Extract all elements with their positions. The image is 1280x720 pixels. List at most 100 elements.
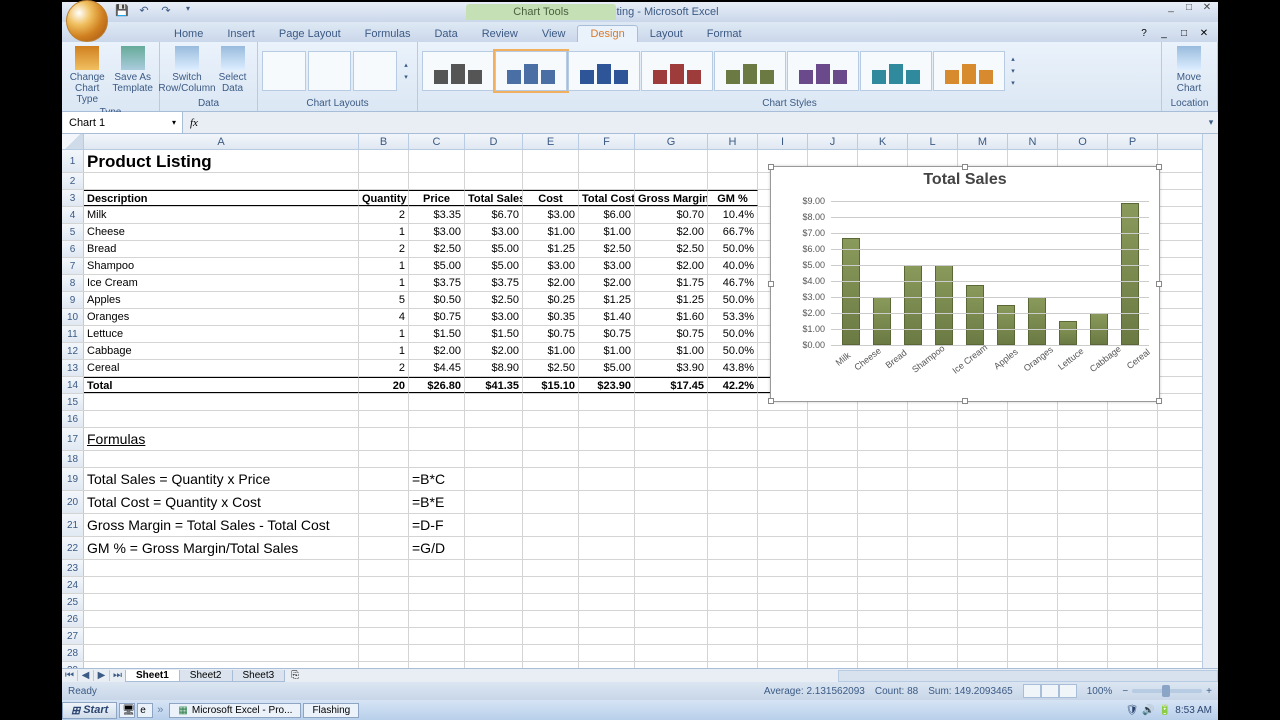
cell-P16[interactable]	[1108, 411, 1158, 427]
cell-A19[interactable]: Total Sales = Quantity x Price	[84, 468, 359, 490]
cell-F17[interactable]	[579, 428, 635, 450]
tab-layout[interactable]: Layout	[638, 26, 695, 42]
cell-G2[interactable]	[635, 173, 708, 189]
new-sheet-button[interactable]: ⎘	[285, 670, 305, 681]
cell-O24[interactable]	[1058, 577, 1108, 593]
cell-H15[interactable]	[708, 394, 758, 410]
cell-H5[interactable]: 66.7%	[708, 224, 758, 240]
cell-N20[interactable]	[1008, 491, 1058, 513]
cell-I26[interactable]	[758, 611, 808, 627]
cell-A26[interactable]	[84, 611, 359, 627]
column-header-P[interactable]: P	[1108, 134, 1158, 149]
chart-plot-area[interactable]	[831, 201, 1149, 345]
cell-E20[interactable]	[523, 491, 579, 513]
cell-P27[interactable]	[1108, 628, 1158, 644]
cell-G13[interactable]: $3.90	[635, 360, 708, 376]
row-header[interactable]: 24	[62, 577, 84, 593]
chart-style-2[interactable]	[495, 51, 567, 91]
cell-H11[interactable]: 50.0%	[708, 326, 758, 342]
cell-E7[interactable]: $3.00	[523, 258, 579, 274]
cell-P17[interactable]	[1108, 428, 1158, 450]
cell-D9[interactable]: $2.50	[465, 292, 523, 308]
cell-F28[interactable]	[579, 645, 635, 661]
zoom-level[interactable]: 100%	[1087, 686, 1113, 697]
cell-B21[interactable]	[359, 514, 409, 536]
close-button[interactable]: ✕	[1198, 2, 1216, 16]
cell-O20[interactable]	[1058, 491, 1108, 513]
cell-B28[interactable]	[359, 645, 409, 661]
cell-G28[interactable]	[635, 645, 708, 661]
cell-B20[interactable]	[359, 491, 409, 513]
cell-F26[interactable]	[579, 611, 635, 627]
cell-M26[interactable]	[958, 611, 1008, 627]
cell-H24[interactable]	[708, 577, 758, 593]
cell-G9[interactable]: $1.25	[635, 292, 708, 308]
cell-F22[interactable]	[579, 537, 635, 559]
row-header[interactable]: 8	[62, 275, 84, 291]
cell-A12[interactable]: Cabbage	[84, 343, 359, 359]
cell-A7[interactable]: Shampoo	[84, 258, 359, 274]
cell-K21[interactable]	[858, 514, 908, 536]
cell-C1[interactable]	[409, 150, 465, 172]
cell-F15[interactable]	[579, 394, 635, 410]
cell-J16[interactable]	[808, 411, 858, 427]
chart-style-3[interactable]	[568, 51, 640, 91]
cell-G19[interactable]	[635, 468, 708, 490]
cell-I21[interactable]	[758, 514, 808, 536]
chart-style-7[interactable]	[860, 51, 932, 91]
chart-style-4[interactable]	[641, 51, 713, 91]
cell-E29[interactable]	[523, 662, 579, 668]
cell-N16[interactable]	[1008, 411, 1058, 427]
cell-G16[interactable]	[635, 411, 708, 427]
cell-K25[interactable]	[858, 594, 908, 610]
cell-E21[interactable]	[523, 514, 579, 536]
cell-F14[interactable]: $23.90	[579, 377, 635, 393]
cell-K22[interactable]	[858, 537, 908, 559]
cell-J18[interactable]	[808, 451, 858, 467]
cell-B4[interactable]: 2	[359, 207, 409, 223]
cell-D12[interactable]: $2.00	[465, 343, 523, 359]
cell-B10[interactable]: 4	[359, 309, 409, 325]
tray-icon[interactable]: 🔋	[1159, 705, 1171, 716]
formula-bar-expand[interactable]: ▾	[1204, 117, 1218, 128]
cell-A10[interactable]: Oranges	[84, 309, 359, 325]
cell-E2[interactable]	[523, 173, 579, 189]
cell-P18[interactable]	[1108, 451, 1158, 467]
cell-E9[interactable]: $0.25	[523, 292, 579, 308]
cell-J20[interactable]	[808, 491, 858, 513]
cell-O28[interactable]	[1058, 645, 1108, 661]
cell-F9[interactable]: $1.25	[579, 292, 635, 308]
cell-D1[interactable]	[465, 150, 523, 172]
cell-H19[interactable]	[708, 468, 758, 490]
row-header[interactable]: 22	[62, 537, 84, 559]
undo-icon[interactable]: ↶	[136, 4, 152, 20]
row-header[interactable]: 1	[62, 150, 84, 172]
cell-C9[interactable]: $0.50	[409, 292, 465, 308]
cell-K19[interactable]	[858, 468, 908, 490]
cell-G11[interactable]: $0.75	[635, 326, 708, 342]
sheet-tab-2[interactable]: Sheet2	[179, 670, 233, 682]
cell-C25[interactable]	[409, 594, 465, 610]
cell-L17[interactable]	[908, 428, 958, 450]
cell-G20[interactable]	[635, 491, 708, 513]
cell-C7[interactable]: $5.00	[409, 258, 465, 274]
cell-M29[interactable]	[958, 662, 1008, 668]
cell-H26[interactable]	[708, 611, 758, 627]
name-box[interactable]: Chart 1 ▾	[63, 112, 183, 133]
cell-F8[interactable]: $2.00	[579, 275, 635, 291]
horizontal-scrollbar[interactable]	[838, 670, 1218, 682]
cell-E25[interactable]	[523, 594, 579, 610]
cell-J26[interactable]	[808, 611, 858, 627]
row-header[interactable]: 11	[62, 326, 84, 342]
cell-M24[interactable]	[958, 577, 1008, 593]
cell-B8[interactable]: 1	[359, 275, 409, 291]
minimize-button[interactable]: _	[1162, 2, 1180, 16]
column-header-N[interactable]: N	[1008, 134, 1058, 149]
chart-bar[interactable]	[1059, 321, 1077, 345]
cell-C17[interactable]	[409, 428, 465, 450]
cell-B18[interactable]	[359, 451, 409, 467]
cell-B29[interactable]	[359, 662, 409, 668]
column-header-O[interactable]: O	[1058, 134, 1108, 149]
cell-F21[interactable]	[579, 514, 635, 536]
cell-J28[interactable]	[808, 645, 858, 661]
